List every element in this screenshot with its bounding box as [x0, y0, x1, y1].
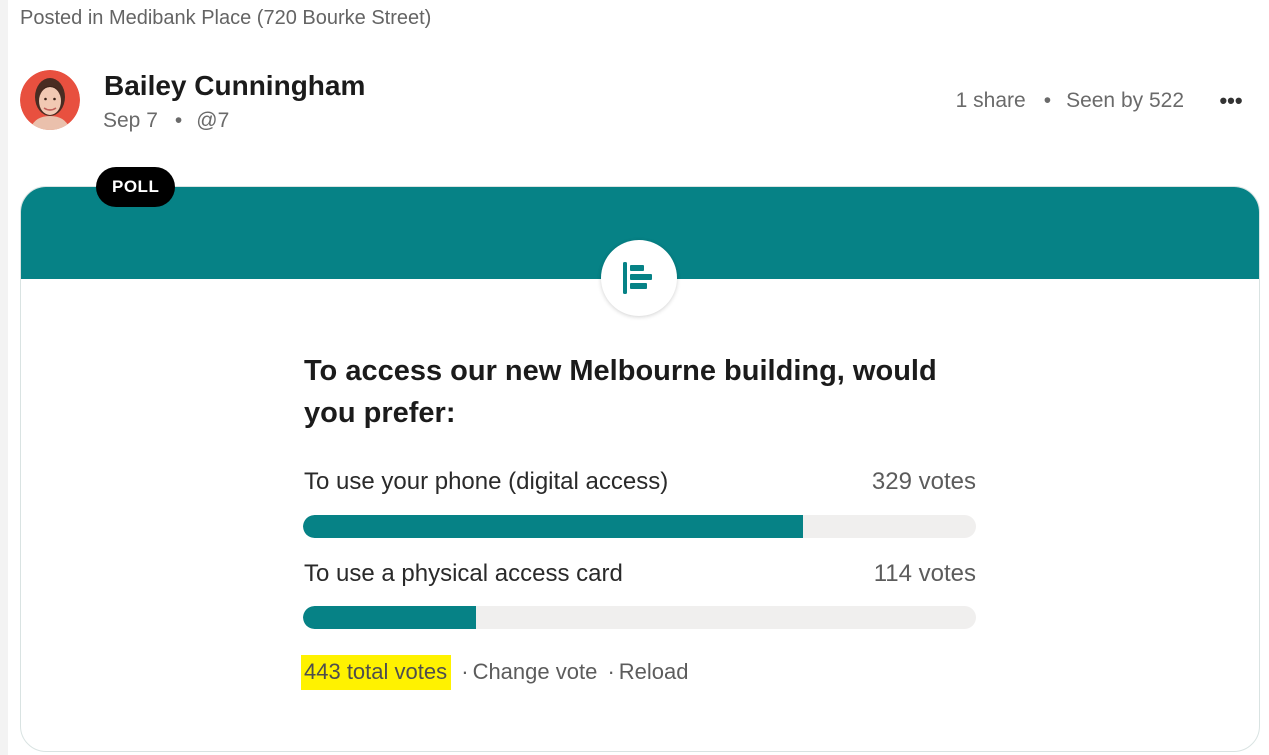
- poll-badge: POLL: [96, 167, 176, 207]
- post-date[interactable]: Sep 7: [103, 109, 158, 132]
- stats-separator: •: [1043, 89, 1052, 112]
- avatar-photo: [20, 70, 80, 130]
- poll-question: To access our new Melbourne building, wo…: [304, 355, 937, 429]
- author-name[interactable]: Bailey Cunningham: [104, 70, 365, 102]
- total-votes: 443 total votes: [301, 655, 452, 690]
- post-meta: Sep 7 • @7: [103, 109, 229, 133]
- meta-separator: •: [174, 109, 183, 132]
- poll-icon: [601, 240, 677, 316]
- footer-separator: ·: [607, 659, 615, 684]
- poll-option-bar-fill-2: [303, 606, 476, 629]
- poll-option-bar-fill-1: [303, 515, 804, 538]
- reload-link[interactable]: Reload: [619, 659, 689, 684]
- poll-option-bar-1[interactable]: [303, 515, 976, 538]
- poll-option-votes-1: 329 votes: [871, 468, 976, 495]
- seen-by-count[interactable]: Seen by 522: [1066, 89, 1184, 112]
- posted-in-label: Posted in Medibank Place (720 Bourke Str…: [20, 7, 432, 29]
- share-count[interactable]: 1 share: [956, 89, 1026, 112]
- mention-tag[interactable]: @7: [196, 109, 229, 132]
- poll-footer: 443 total votes · Change vote · Reload: [301, 655, 689, 690]
- poll-option-votes-2: 114 votes: [873, 560, 976, 587]
- post-page: Posted in Medibank Place (720 Bourke Str…: [0, 0, 1269, 755]
- avatar[interactable]: [20, 70, 80, 130]
- poll-option-label-2[interactable]: To use a physical access card: [304, 560, 623, 588]
- left-divider: [0, 0, 8, 755]
- post-stats: 1 share • Seen by 522: [956, 89, 1184, 113]
- poll-option-label-1[interactable]: To use your phone (digital access): [304, 468, 668, 496]
- change-vote-link[interactable]: Change vote: [473, 659, 598, 684]
- poll-option-bar-2[interactable]: [303, 606, 976, 629]
- footer-separator: ·: [461, 659, 469, 684]
- bar-chart-icon: [623, 262, 652, 294]
- more-options-button[interactable]: •••: [1216, 86, 1246, 116]
